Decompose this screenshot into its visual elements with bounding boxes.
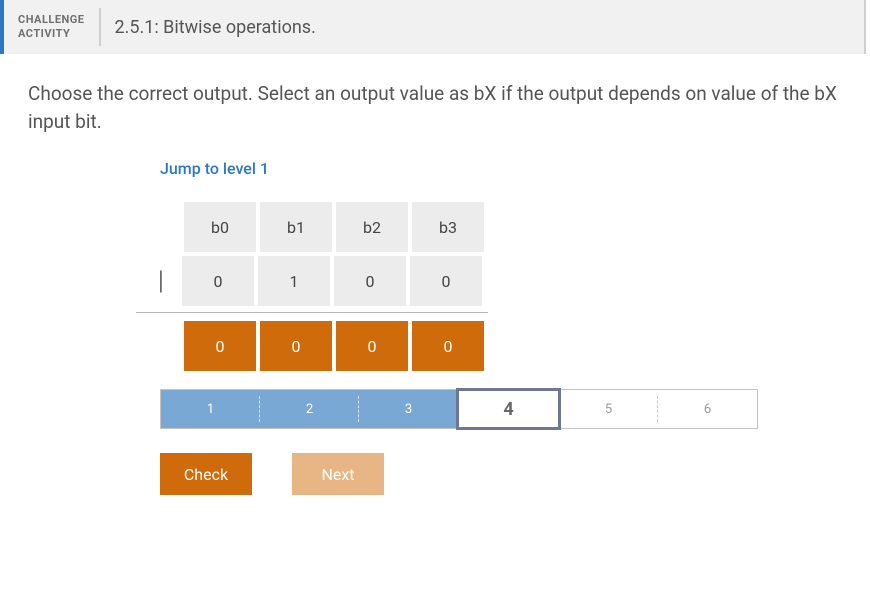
activity-title: 2.5.1: Bitwise operations.: [101, 0, 330, 54]
level-step[interactable]: 3: [359, 390, 458, 428]
bits-grid: b0 b1 b2 b3 | 0 1 0 0 0 0 0 0: [158, 202, 870, 371]
instruction-text: Choose the correct output. Select an out…: [0, 54, 870, 135]
bit-operand: 0: [182, 256, 254, 306]
output-bit[interactable]: 0: [260, 321, 332, 371]
challenge-header: CHALLENGE ACTIVITY 2.5.1: Bitwise operat…: [0, 0, 870, 54]
jump-to-level-link[interactable]: Jump to level 1: [160, 159, 269, 178]
bit-header: b0: [184, 202, 256, 252]
level-step[interactable]: 6: [658, 390, 757, 428]
bit-header: b3: [412, 202, 484, 252]
level-step[interactable]: 1: [161, 390, 260, 428]
level-progress-bar: 1 2 3 4 5 6: [160, 389, 758, 429]
activity-type-line1: CHALLENGE: [18, 13, 85, 27]
output-bit[interactable]: 0: [412, 321, 484, 371]
bit-operand: 0: [334, 256, 406, 306]
output-bit[interactable]: 0: [184, 321, 256, 371]
bit-operand: 0: [410, 256, 482, 306]
bit-header: b1: [260, 202, 332, 252]
operation-divider: [136, 312, 488, 313]
level-step[interactable]: 2: [260, 390, 359, 428]
activity-type-label: CHALLENGE ACTIVITY: [4, 0, 99, 54]
bit-header: b2: [336, 202, 408, 252]
next-button[interactable]: Next: [292, 453, 384, 495]
header-right-notch: [864, 0, 870, 54]
level-step[interactable]: 5: [559, 390, 658, 428]
output-bit[interactable]: 0: [336, 321, 408, 371]
level-step-current[interactable]: 4: [456, 388, 561, 430]
check-button[interactable]: Check: [160, 453, 252, 495]
activity-type-line2: ACTIVITY: [18, 27, 85, 41]
bit-operand: 1: [258, 256, 330, 306]
bitwise-operator: |: [158, 256, 184, 306]
